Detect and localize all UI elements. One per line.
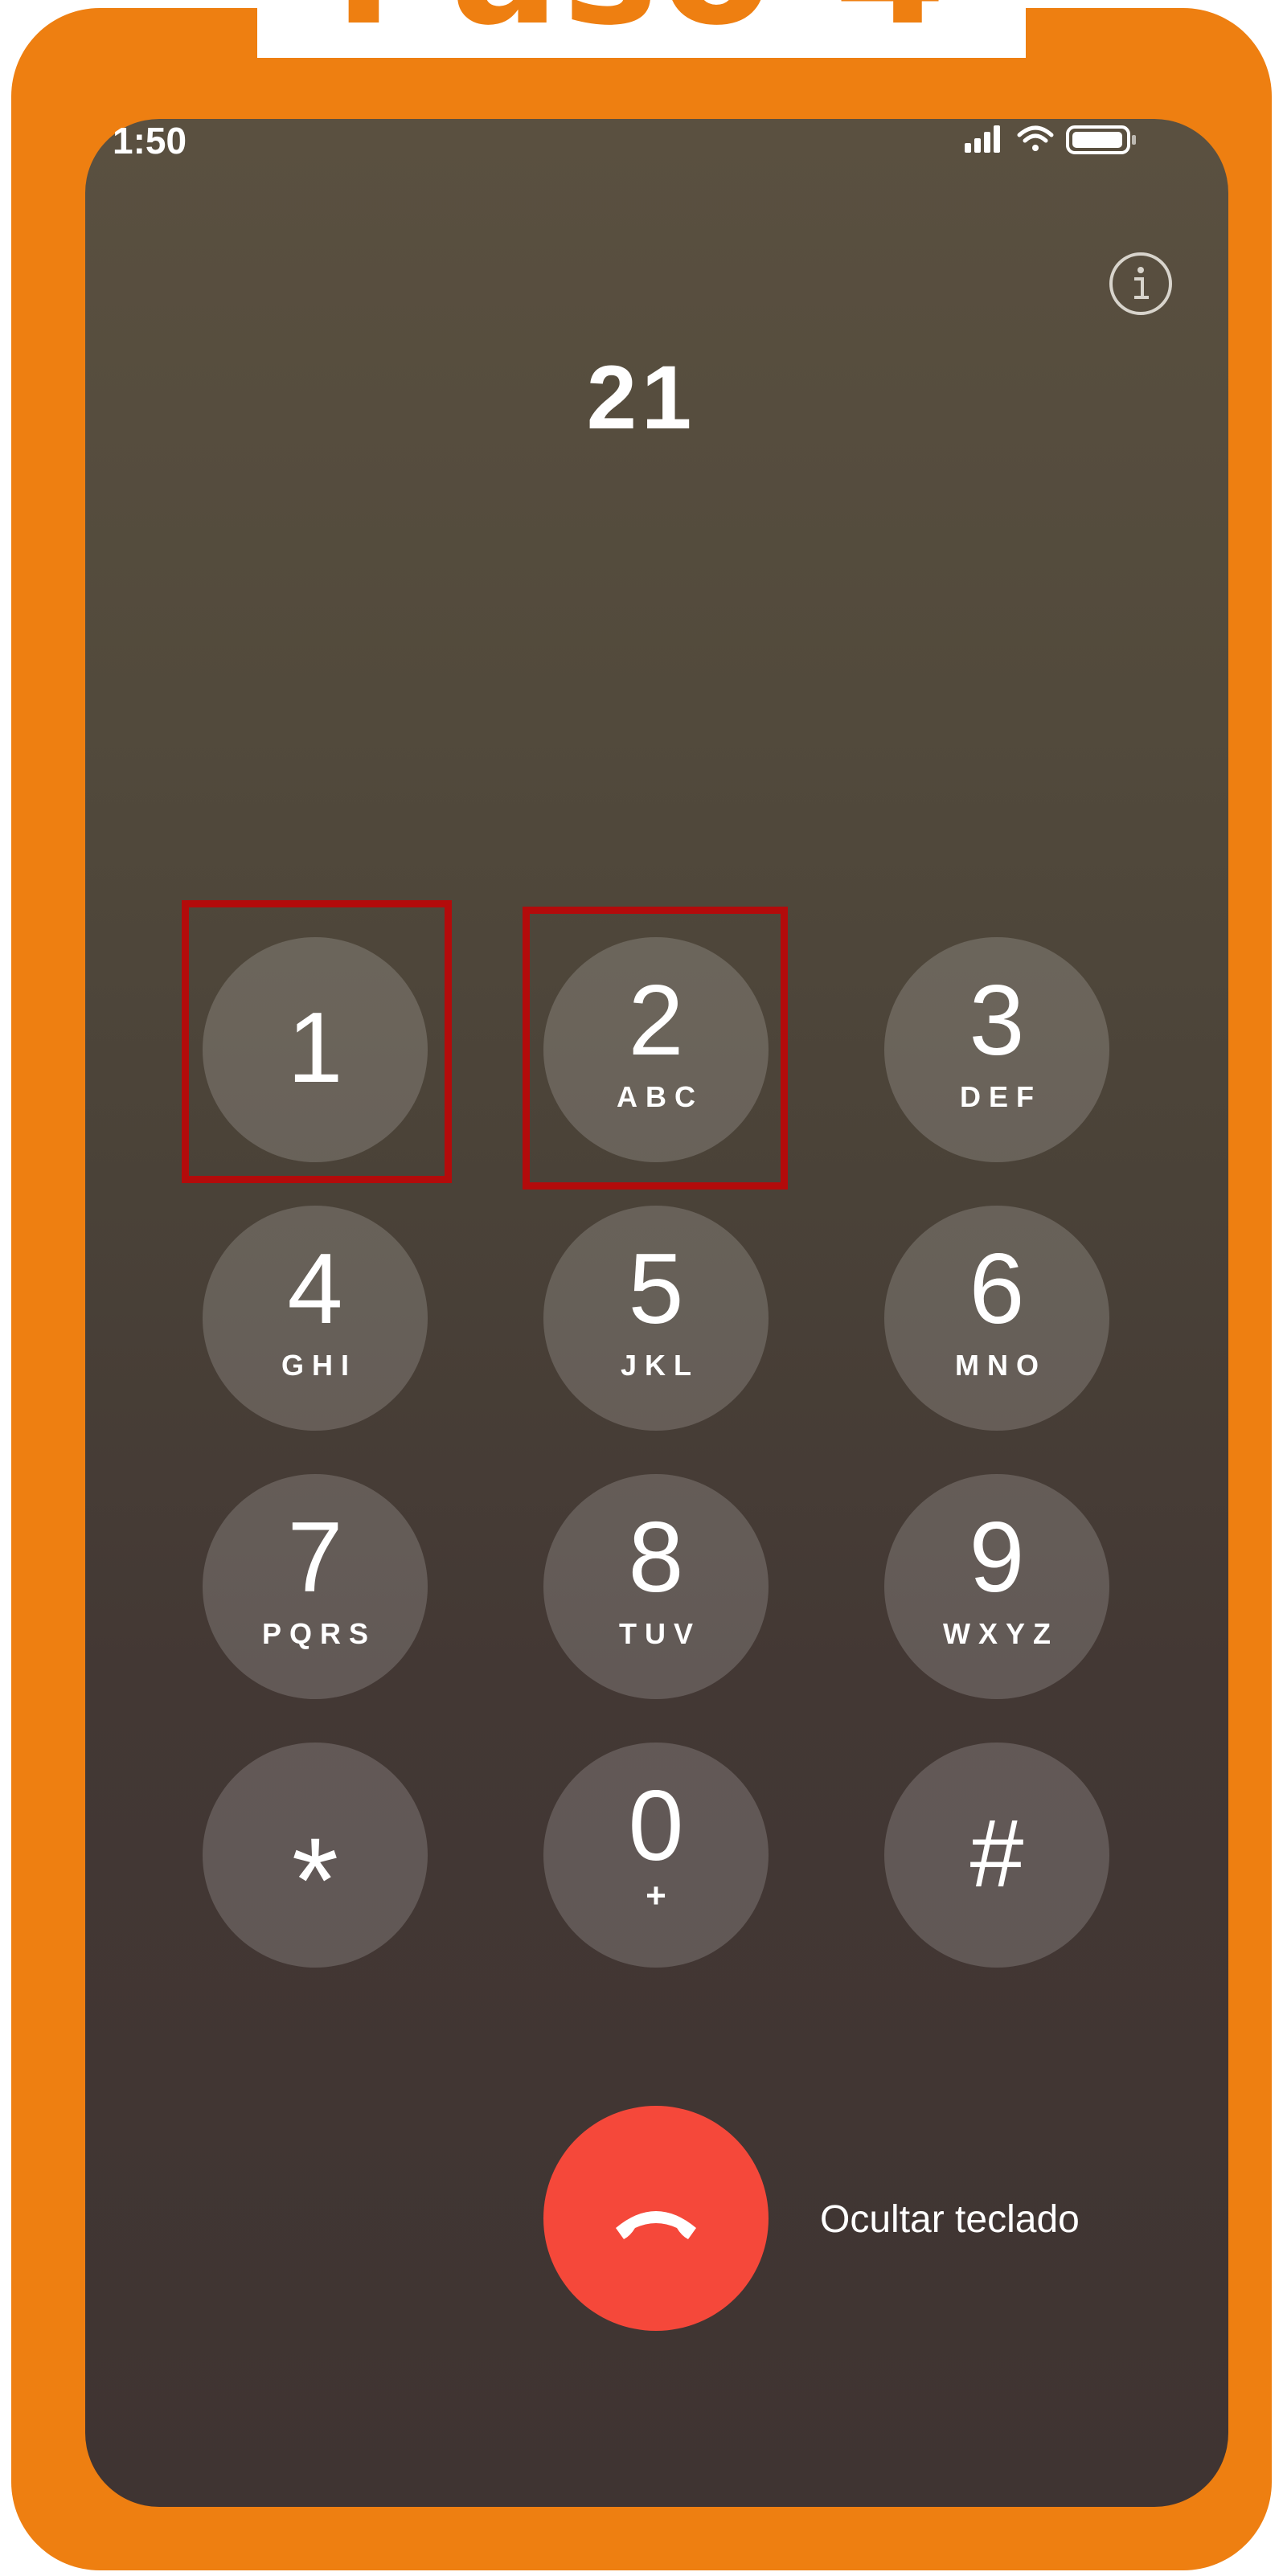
key-letters: WXYZ <box>943 1617 1059 1650</box>
hide-keypad-button[interactable]: Ocultar teclado <box>820 2197 1080 2242</box>
status-time: 1:50 <box>113 120 187 162</box>
key-letters: DEF <box>960 1080 1042 1113</box>
key-digit: 4 <box>287 1234 343 1345</box>
highlight-key-1 <box>182 900 452 1183</box>
key-digit: 8 <box>628 1502 684 1613</box>
phone-hangup-icon <box>616 2211 696 2239</box>
key-digit: 3 <box>969 965 1025 1076</box>
key-6[interactable]: 6 MNO <box>884 1206 1109 1431</box>
key-digit: 6 <box>969 1234 1025 1345</box>
key-letters: + <box>646 1876 666 1915</box>
dialed-number: 21 <box>586 347 697 448</box>
status-icons <box>965 122 1174 154</box>
key-letters: GHI <box>281 1349 357 1382</box>
key-digit: * <box>291 1812 339 1947</box>
key-digit: # <box>969 1800 1024 1907</box>
key-digit: 9 <box>969 1502 1025 1613</box>
key-digit: 0 <box>628 1771 684 1882</box>
end-call-button[interactable] <box>543 2106 769 2331</box>
key-5[interactable]: 5 JKL <box>543 1206 769 1431</box>
key-digit: 5 <box>628 1234 684 1345</box>
key-letters: TUV <box>619 1617 701 1650</box>
highlight-key-2 <box>523 907 788 1190</box>
key-0[interactable]: 0 + <box>543 1743 769 1968</box>
key-8[interactable]: 8 TUV <box>543 1474 769 1699</box>
wifi-icon <box>1017 125 1054 151</box>
battery-icon <box>1066 125 1136 154</box>
step-title: Paso 4 <box>257 0 1026 48</box>
key-9[interactable]: 9 WXYZ <box>884 1474 1109 1699</box>
key-hash[interactable]: # <box>884 1743 1109 1968</box>
key-star[interactable]: * <box>203 1743 428 1968</box>
key-digit: 7 <box>287 1502 343 1613</box>
key-letters: MNO <box>955 1349 1047 1382</box>
key-letters: PQRS <box>261 1617 377 1650</box>
step-title-banner: Paso 4 <box>257 0 1026 58</box>
key-4[interactable]: 4 GHI <box>203 1206 428 1431</box>
key-letters: JKL <box>620 1349 699 1382</box>
key-7[interactable]: 7 PQRS <box>203 1474 428 1699</box>
key-3[interactable]: 3 DEF <box>884 937 1109 1162</box>
signal-icon <box>965 125 1000 153</box>
info-icon[interactable] <box>1108 251 1174 317</box>
